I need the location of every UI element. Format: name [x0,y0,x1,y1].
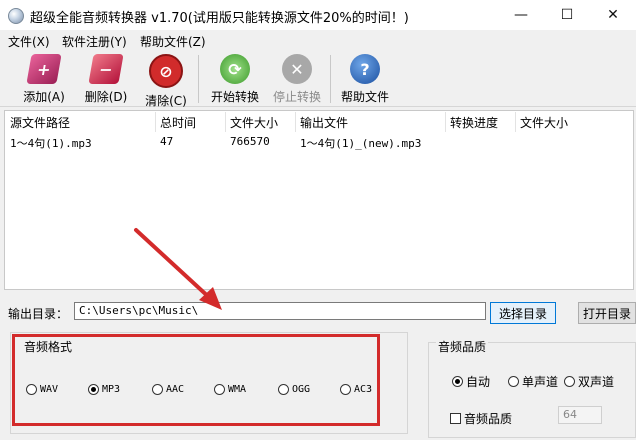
quality-option-auto[interactable]: 自动 [452,373,490,390]
radio-auto[interactable] [452,376,463,387]
column-source-path[interactable]: 源文件路径 [10,114,70,131]
column-divider [225,112,226,132]
radio-stereo[interactable] [564,376,575,387]
column-output-size[interactable]: 文件大小 [520,114,568,131]
maximize-button[interactable]: ☐ [544,0,590,30]
clear-button[interactable]: ⊘ 清除(C) [140,52,192,108]
quality-label: 自动 [466,375,491,389]
add-file-icon: + [26,54,62,84]
help-button[interactable]: ? 帮助文件 [336,52,394,104]
close-button[interactable]: ✕ [590,0,636,30]
add-button[interactable]: + 添加(A) [16,52,72,104]
toolbar-separator [198,55,199,103]
column-total-time[interactable]: 总时间 [160,114,196,131]
clear-icon: ⊘ [149,54,183,88]
output-dir-input[interactable]: C:\Users\pc\Music\ [74,302,486,320]
column-divider [155,112,156,132]
highlight-box [12,334,380,426]
add-label: 添加(A) [23,90,65,104]
choose-dir-button[interactable]: 选择目录 [490,302,556,324]
column-file-size[interactable]: 文件大小 [230,114,278,131]
table-cell-output[interactable]: 1～4句(1)_(new).mp3 [300,135,421,151]
quality-label: 单声道 [522,375,559,389]
column-divider [515,112,516,132]
menu-file[interactable]: 文件(X) [8,33,50,50]
help-icon: ? [350,54,380,84]
quality-label: 双声道 [578,375,615,389]
stop-convert-button[interactable]: ✕ 停止转换 [268,52,326,104]
quality-group-title: 音频品质 [436,338,489,355]
radio-mono[interactable] [508,376,519,387]
delete-label: 删除(D) [84,90,128,104]
toolbar-separator [330,55,331,103]
minimize-button[interactable]: — [498,0,544,30]
help-label: 帮助文件 [340,90,389,104]
column-divider [295,112,296,132]
table-cell-size[interactable]: 766570 [230,135,270,148]
clear-label: 清除(C) [145,94,187,108]
stop-label: 停止转换 [272,90,321,104]
column-progress[interactable]: 转换进度 [450,114,498,131]
table-cell-time[interactable]: 47 [160,135,173,148]
menu-register[interactable]: 软件注册(Y) [62,33,127,50]
quality-option-mono[interactable]: 单声道 [508,373,558,390]
quality-option-stereo[interactable]: 双声道 [564,373,614,390]
quality-checkbox-label: 音频品质 [464,412,513,426]
delete-button[interactable]: − 删除(D) [78,52,134,104]
refresh-icon: ⟳ [220,54,250,84]
start-convert-button[interactable]: ⟳ 开始转换 [206,52,264,104]
app-icon [8,8,24,24]
table-cell-source[interactable]: 1～4句(1).mp3 [10,135,92,151]
quality-value-input[interactable]: 64 [558,406,602,424]
column-output-file[interactable]: 输出文件 [300,114,348,131]
stop-icon: ✕ [282,54,312,84]
column-divider [445,112,446,132]
output-dir-label: 输出目录： [8,307,69,321]
window-title: 超级全能音频转换器 v1.70(试用版只能转换源文件20%的时间！) [30,11,409,26]
menu-help[interactable]: 帮助文件(Z) [140,33,206,50]
delete-file-icon: − [88,54,124,84]
open-dir-button[interactable]: 打开目录 [578,302,636,324]
quality-checkbox[interactable]: 音频品质 [450,410,512,427]
start-label: 开始转换 [210,90,259,104]
checkbox-box[interactable] [450,413,461,424]
